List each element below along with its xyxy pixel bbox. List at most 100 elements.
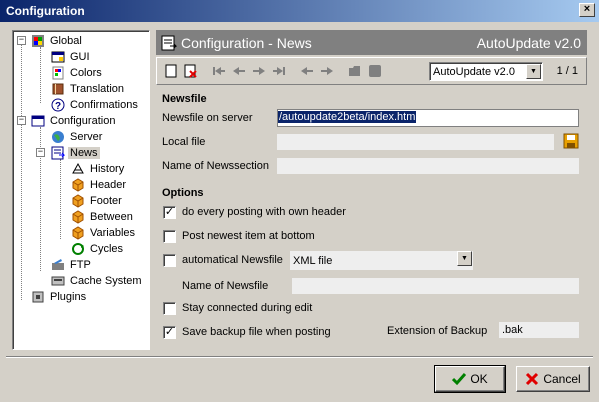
cancel-button[interactable]: Cancel bbox=[516, 366, 590, 392]
tree-item-label: Configuration bbox=[50, 115, 116, 127]
tree-item-label: Plugins bbox=[50, 291, 87, 303]
tree-item-label: Variables bbox=[90, 227, 136, 239]
backup-extension-input[interactable]: .bak bbox=[499, 322, 579, 338]
chevron-down-icon[interactable]: ▼ bbox=[457, 251, 472, 266]
cube-icon bbox=[71, 226, 85, 240]
profile-select[interactable]: AutoUpdate v2.0 ▼ bbox=[429, 62, 543, 81]
save-backup-checkbox[interactable]: ✓ bbox=[163, 326, 176, 339]
tree-line bbox=[40, 47, 41, 103]
tree-item-label: Header bbox=[90, 179, 127, 191]
palette-icon bbox=[51, 66, 65, 80]
tree-item-label: Confirmations bbox=[70, 99, 138, 111]
news-icon bbox=[161, 35, 178, 51]
tree-item-configuration[interactable]: Configuration bbox=[31, 113, 117, 129]
panel-title: Configuration - News bbox=[181, 34, 312, 51]
format-select[interactable]: XML file ▼ bbox=[290, 251, 473, 270]
tree-item-between[interactable]: Between bbox=[71, 209, 135, 225]
profile-select-value: AutoUpdate v2.0 bbox=[433, 65, 515, 78]
history-icon bbox=[71, 162, 85, 176]
tree-item-server[interactable]: Server bbox=[51, 129, 104, 145]
options-heading: Options bbox=[162, 187, 204, 199]
delete-page-button[interactable] bbox=[181, 61, 201, 81]
newest-bottom-checkbox[interactable] bbox=[163, 230, 176, 243]
close-button[interactable]: × bbox=[579, 3, 595, 17]
x-icon bbox=[525, 372, 539, 386]
expander-global[interactable]: − bbox=[17, 36, 26, 45]
first-icon[interactable] bbox=[209, 61, 229, 81]
folder-icon[interactable] bbox=[345, 61, 365, 81]
news-icon bbox=[51, 146, 66, 160]
settings-panel: Configuration - News AutoUpdate v2.0 Aut… bbox=[156, 30, 587, 350]
cancel-label: Cancel bbox=[543, 372, 581, 386]
previous-icon[interactable] bbox=[229, 61, 249, 81]
newssection-label: Name of Newssection bbox=[162, 160, 269, 172]
stay-connected-checkbox[interactable] bbox=[163, 302, 176, 315]
globe-icon bbox=[51, 130, 65, 144]
auto-newsfile-checkbox[interactable] bbox=[163, 254, 176, 267]
ok-label: OK bbox=[470, 372, 488, 386]
tree-line bbox=[21, 45, 22, 300]
tree-item-confirmations[interactable]: ? Confirmations bbox=[51, 97, 140, 113]
chevron-down-icon[interactable]: ▼ bbox=[526, 64, 541, 79]
tree-item-translation[interactable]: Translation bbox=[51, 81, 126, 97]
tree-item-history[interactable]: History bbox=[71, 161, 126, 177]
new-page-button[interactable] bbox=[161, 61, 181, 81]
newsfile-name-input[interactable] bbox=[292, 278, 579, 294]
config-tree[interactable]: − Global GUI Colors Translation ? Confir… bbox=[12, 30, 150, 350]
ftp-icon bbox=[51, 258, 65, 272]
check-icon bbox=[452, 372, 467, 386]
last-icon[interactable] bbox=[269, 61, 289, 81]
expander-news[interactable]: − bbox=[36, 148, 45, 157]
save-file-icon[interactable] bbox=[562, 132, 580, 150]
title-bar: Configuration × bbox=[0, 0, 599, 22]
panel-header: Configuration - News AutoUpdate v2.0 bbox=[156, 30, 587, 55]
tree-line bbox=[60, 159, 61, 239]
back-icon[interactable] bbox=[297, 61, 317, 81]
footer-divider bbox=[6, 356, 593, 358]
backup-extension-label: Extension of Backup bbox=[387, 325, 488, 337]
tree-item-label: Colors bbox=[70, 67, 102, 79]
tree-item-label: Cache System bbox=[70, 275, 142, 287]
tree-item-label: Cycles bbox=[90, 243, 124, 255]
newsfile-server-input[interactable]: /autoupdate2beta/index.htm bbox=[277, 109, 579, 127]
tree-item-label: Global bbox=[50, 35, 82, 47]
tree-item-news[interactable]: News bbox=[51, 145, 100, 161]
save-icon[interactable] bbox=[365, 61, 385, 81]
tree-item-gui[interactable]: GUI bbox=[51, 49, 92, 65]
question-icon: ? bbox=[51, 98, 65, 112]
save-backup-label: Save backup file when posting bbox=[182, 326, 331, 338]
own-header-checkbox[interactable]: ✓ bbox=[163, 206, 176, 219]
own-header-label: do every posting with own header bbox=[182, 206, 346, 218]
newsfile-heading: Newsfile bbox=[162, 93, 207, 105]
cube-icon bbox=[71, 210, 85, 224]
tree-item-label: FTP bbox=[70, 259, 91, 271]
gui-icon bbox=[51, 50, 65, 64]
tree-item-footer[interactable]: Footer bbox=[71, 193, 124, 209]
tree-item-label: Footer bbox=[90, 195, 122, 207]
next-icon[interactable] bbox=[249, 61, 269, 81]
cycle-icon bbox=[71, 242, 85, 256]
tree-item-plugins[interactable]: Plugins bbox=[31, 289, 88, 305]
tree-item-cycles[interactable]: Cycles bbox=[71, 241, 125, 257]
auto-newsfile-label: automatical Newsfile bbox=[182, 254, 283, 266]
tree-item-label: News bbox=[68, 147, 100, 159]
tree-item-colors[interactable]: Colors bbox=[51, 65, 104, 81]
tree-item-global[interactable]: Global bbox=[31, 33, 84, 49]
tree-item-header[interactable]: Header bbox=[71, 177, 128, 193]
newssection-input[interactable] bbox=[277, 158, 579, 174]
tree-item-label: Server bbox=[70, 131, 103, 143]
forward-icon[interactable] bbox=[317, 61, 337, 81]
tree-item-label: Translation bbox=[70, 83, 125, 95]
tree-item-ftp[interactable]: FTP bbox=[51, 257, 93, 273]
newsfile-name-label: Name of Newsfile bbox=[182, 280, 269, 292]
book-icon bbox=[51, 82, 65, 96]
tree-item-cache-system[interactable]: Cache System bbox=[51, 273, 144, 289]
cube-icon bbox=[71, 178, 85, 192]
plugin-icon bbox=[31, 290, 45, 304]
newest-bottom-label: Post newest item at bottom bbox=[182, 230, 315, 242]
expander-configuration[interactable]: − bbox=[17, 116, 26, 125]
ok-button[interactable]: OK bbox=[434, 365, 506, 393]
local-file-input[interactable] bbox=[277, 134, 554, 150]
tree-item-variables[interactable]: Variables bbox=[71, 225, 137, 241]
page-indicator: 1 / 1 bbox=[556, 65, 578, 77]
